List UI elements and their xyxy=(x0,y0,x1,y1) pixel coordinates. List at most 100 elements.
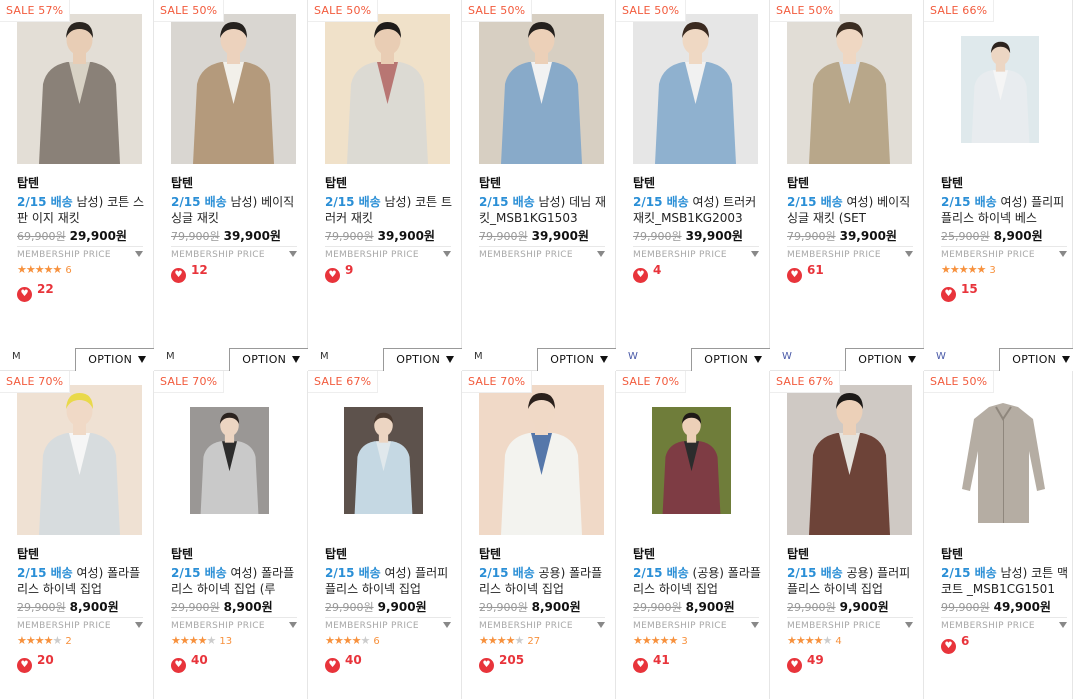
product-card[interactable]: SALE 70% 탑텐 2/15 배송 여성) 폴라플리스 하이넥 집업 29,90… xyxy=(0,371,154,699)
option-dropdown[interactable]: OPTION xyxy=(845,348,924,371)
product-card[interactable]: SALE 66% 탑텐 2/15 배송 여성) 플리피플리스 하이넥 베스 25,9… xyxy=(924,0,1073,371)
product-card[interactable]: SALE 70% 탑텐 2/15 배송 여성) 폴라플리스 하이넥 집업 (루 29… xyxy=(154,371,308,699)
option-dropdown[interactable]: OPTION xyxy=(229,348,308,371)
product-title[interactable]: 2/15 배송 공용) 폴라플리스 하이넥 집업 xyxy=(479,565,609,597)
product-card[interactable]: SALE 67% 탑텐 2/15 배송 여성) 플러피플리스 하이넥 집업 29,9… xyxy=(308,371,462,699)
product-title[interactable]: 2/15 배송 여성) 폴라플리스 하이넥 집업 xyxy=(17,565,147,597)
heart-icon: ♥ xyxy=(787,268,802,283)
product-image[interactable] xyxy=(787,14,912,164)
product-title[interactable]: 2/15 배송 남성) 코튼 트러커 재킷 xyxy=(325,194,455,226)
like-button[interactable]: ♥ 6 xyxy=(941,634,969,654)
product-image[interactable] xyxy=(479,385,604,535)
product-title[interactable]: 2/15 배송 여성) 트러커 재킷_MSB1KG2003 xyxy=(633,194,763,226)
like-button[interactable]: ♥ 40 xyxy=(325,653,362,673)
option-dropdown[interactable]: OPTION xyxy=(383,348,462,371)
option-dropdown[interactable]: OPTION xyxy=(691,348,770,371)
product-card[interactable]: SALE 70% 탑텐 2/15 배송 공용) 폴라플리스 하이넥 집업 29,90… xyxy=(462,371,616,699)
product-title[interactable]: 2/15 배송 여성) 플리피플리스 하이넥 베스 xyxy=(941,194,1071,226)
product-image[interactable] xyxy=(479,14,604,164)
product-title[interactable]: 2/15 배송 여성) 플러피플리스 하이넥 집업 xyxy=(325,565,455,597)
product-title[interactable]: 2/15 배송 여성) 폴라플리스 하이넥 집업 (루 xyxy=(171,565,301,597)
brand-name[interactable]: 탑텐 xyxy=(633,174,655,191)
option-dropdown[interactable]: OPTION xyxy=(75,348,154,371)
product-title[interactable]: 2/15 배송 남성) 코튼 스판 이지 재킷 xyxy=(17,194,147,226)
like-button[interactable]: ♥ 12 xyxy=(171,263,208,283)
membership-price-toggle[interactable]: MEMBERSHIP PRICE xyxy=(633,617,759,631)
brand-name[interactable]: 탑텐 xyxy=(941,174,963,191)
membership-price-toggle[interactable]: MEMBERSHIP PRICE xyxy=(171,246,297,260)
brand-name[interactable]: 탑텐 xyxy=(479,174,501,191)
review-count: 6 xyxy=(373,636,380,647)
product-card[interactable]: SALE 50% 탑텐 2/15 배송 여성) 베이직 싱글 재킷 (SET 79,… xyxy=(770,0,924,371)
product-title[interactable]: 2/15 배송 남성) 코튼 맥 코트 _MSB1CG1501 xyxy=(941,565,1071,597)
product-image[interactable] xyxy=(171,14,296,164)
product-photo xyxy=(190,407,269,514)
brand-name[interactable]: 탑텐 xyxy=(171,545,193,562)
brand-name[interactable]: 탑텐 xyxy=(325,174,347,191)
membership-price-toggle[interactable]: MEMBERSHIP PRICE xyxy=(787,246,913,260)
brand-name[interactable]: 탑텐 xyxy=(941,545,963,562)
membership-price-toggle[interactable]: MEMBERSHIP PRICE xyxy=(787,617,913,631)
product-image[interactable] xyxy=(190,407,269,514)
like-button[interactable]: ♥ 40 xyxy=(171,653,208,673)
like-button[interactable]: ♥ 20 xyxy=(17,653,54,673)
product-card[interactable]: SALE 50% 탑텐 2/15 배송 남성) 코튼 맥 코트 _MSB1CG15… xyxy=(924,371,1073,699)
brand-name[interactable]: 탑텐 xyxy=(787,174,809,191)
membership-price-toggle[interactable]: MEMBERSHIP PRICE xyxy=(941,617,1067,631)
product-image[interactable] xyxy=(652,407,731,514)
product-title[interactable]: 2/15 배송 남성) 베이직 싱글 재킷 xyxy=(171,194,301,226)
membership-price-toggle[interactable]: MEMBERSHIP PRICE xyxy=(325,617,451,631)
membership-price-toggle[interactable]: MEMBERSHIP PRICE xyxy=(325,246,451,260)
product-image[interactable] xyxy=(17,385,142,535)
star-icon: ★★★★★ xyxy=(479,634,524,647)
brand-name[interactable]: 탑텐 xyxy=(325,545,347,562)
membership-price-toggle[interactable]: MEMBERSHIP PRICE xyxy=(17,617,143,631)
product-card[interactable]: SALE 50% 탑텐 2/15 배송 남성) 코튼 트러커 재킷 79,900원 3… xyxy=(308,0,462,371)
product-title[interactable]: 2/15 배송 (공용) 폴라플리스 하이넥 집업 xyxy=(633,565,763,597)
like-button[interactable]: ♥ 41 xyxy=(633,653,670,673)
membership-price-toggle[interactable]: MEMBERSHIP PRICE xyxy=(633,246,759,260)
brand-name[interactable]: 탑텐 xyxy=(787,545,809,562)
brand-name[interactable]: 탑텐 xyxy=(17,174,39,191)
like-button[interactable]: ♥ 22 xyxy=(17,282,54,302)
membership-price-toggle[interactable]: MEMBERSHIP PRICE xyxy=(171,617,297,631)
product-title[interactable]: 2/15 배송 여성) 베이직 싱글 재킷 (SET xyxy=(787,194,917,226)
product-image[interactable] xyxy=(344,407,423,514)
membership-price-toggle[interactable]: MEMBERSHIP PRICE xyxy=(479,617,605,631)
option-dropdown[interactable]: OPTION xyxy=(537,348,616,371)
product-photo xyxy=(941,385,1066,535)
like-button[interactable]: ♥ 4 xyxy=(633,263,661,283)
membership-price-toggle[interactable]: MEMBERSHIP PRICE xyxy=(479,246,605,260)
product-image[interactable] xyxy=(325,14,450,164)
product-card[interactable]: SALE 57% 탑텐 2/15 배송 남성) 코튼 스판 이지 재킷 69,900… xyxy=(0,0,154,371)
product-title[interactable]: 2/15 배송 남성) 데님 재킷_MSB1KG1503 xyxy=(479,194,609,226)
option-dropdown[interactable]: OPTION xyxy=(999,348,1073,371)
brand-name[interactable]: 탑텐 xyxy=(479,545,501,562)
product-image[interactable] xyxy=(633,14,758,164)
product-image[interactable] xyxy=(787,385,912,535)
brand-name[interactable]: 탑텐 xyxy=(633,545,655,562)
like-button[interactable]: ♥ 9 xyxy=(325,263,353,283)
product-image[interactable] xyxy=(961,36,1039,143)
product-card[interactable]: SALE 50% 탑텐 2/15 배송 남성) 데님 재킷_MSB1KG1503 7… xyxy=(462,0,616,371)
option-label: OPTION xyxy=(1012,353,1057,366)
brand-name[interactable]: 탑텐 xyxy=(17,545,39,562)
product-card[interactable]: SALE 50% 탑텐 2/15 배송 남성) 베이직 싱글 재킷 79,900원 3… xyxy=(154,0,308,371)
like-button[interactable]: ♥ 49 xyxy=(787,653,824,673)
sale-badge: SALE 50% xyxy=(616,0,687,22)
product-card[interactable]: SALE 70% 탑텐 2/15 배송 (공용) 폴라플리스 하이넥 집업 29,9… xyxy=(616,371,770,699)
product-image[interactable] xyxy=(941,385,1066,535)
like-button[interactable]: ♥ 15 xyxy=(941,282,978,302)
product-image[interactable] xyxy=(17,14,142,164)
membership-price-label: MEMBERSHIP PRICE xyxy=(633,250,727,260)
product-card[interactable]: SALE 50% 탑텐 2/15 배송 여성) 트러커 재킷_MSB1KG2003… xyxy=(616,0,770,371)
membership-price-toggle[interactable]: MEMBERSHIP PRICE xyxy=(941,246,1067,260)
like-button[interactable]: ♥ 205 xyxy=(479,653,524,673)
product-card[interactable]: SALE 67% 탑텐 2/15 배송 공용) 플러피플리스 하이넥 집업 29,9… xyxy=(770,371,924,699)
size-tag: M xyxy=(166,351,175,362)
brand-name[interactable]: 탑텐 xyxy=(171,174,193,191)
product-title[interactable]: 2/15 배송 공용) 플러피플리스 하이넥 집업 xyxy=(787,565,917,597)
like-button[interactable]: ♥ 61 xyxy=(787,263,824,283)
sale-price: 39,900원 xyxy=(685,229,743,243)
membership-price-toggle[interactable]: MEMBERSHIP PRICE xyxy=(17,246,143,260)
